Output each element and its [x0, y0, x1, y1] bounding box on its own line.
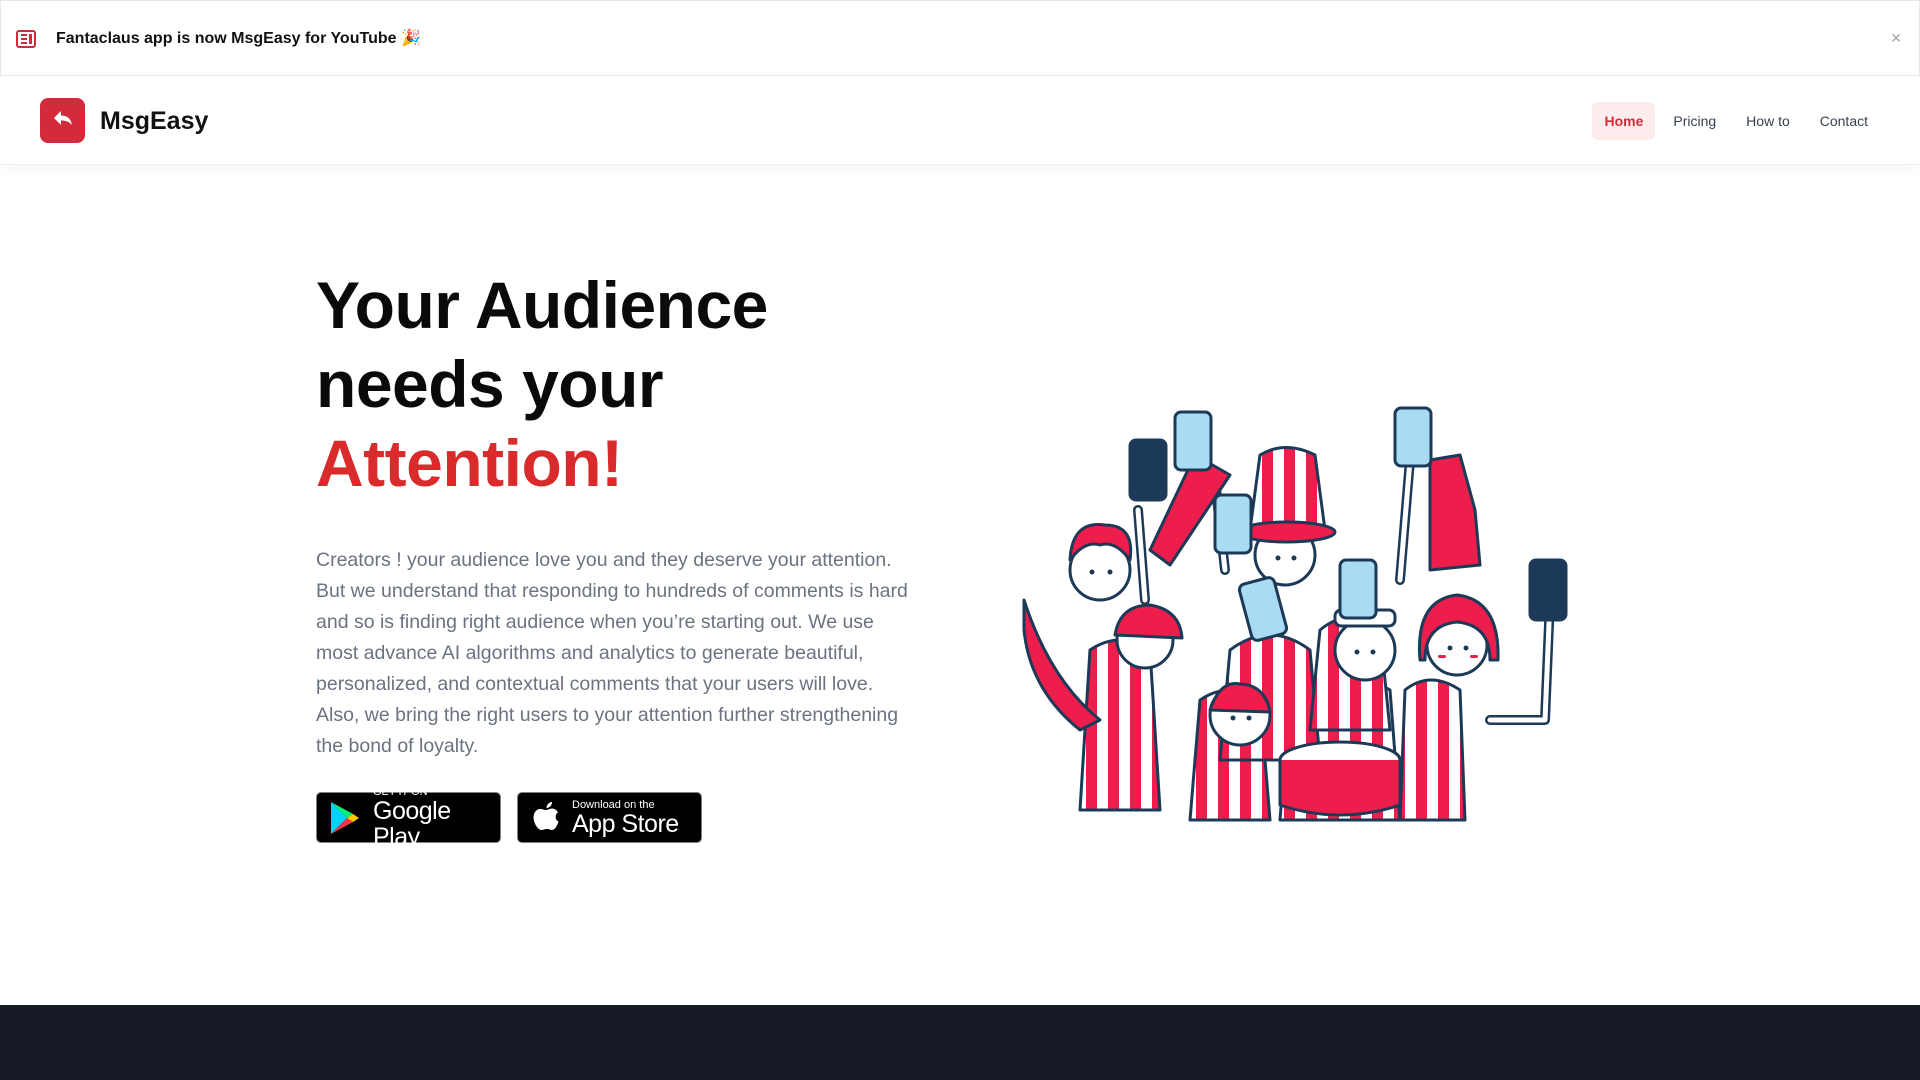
app-store-button[interactable]: Download on the App Store [517, 792, 702, 843]
brand-name[interactable]: MsgEasy [100, 107, 208, 136]
hero-description: Creators ! your audience love you and th… [316, 549, 908, 757]
app-store-big: App Store [572, 809, 679, 838]
announcement-text: Fantaclaus app is now MsgEasy for YouTub… [56, 30, 421, 47]
hero-title-line1: Your Audience [316, 268, 768, 342]
newspaper-icon [15, 28, 37, 50]
hero-title-line2: needs your [316, 347, 664, 421]
reply-arrow-icon [52, 109, 74, 132]
nav-home[interactable]: Home [1592, 102, 1656, 140]
footer-band [0, 1005, 1920, 1080]
nav-pricing[interactable]: Pricing [1661, 102, 1728, 140]
logo[interactable] [40, 98, 85, 143]
google-play-small: GET IT ON [373, 785, 428, 798]
google-play-button[interactable]: GET IT ON Google Play [316, 786, 501, 850]
apple-icon [532, 801, 560, 835]
app-store-text: Download on the App Store [572, 799, 679, 837]
announcement-banner: Fantaclaus app is now MsgEasy for YouTub… [0, 0, 1920, 76]
nav-how-to[interactable]: How to [1734, 102, 1802, 140]
cheering-fans-illustration [1020, 400, 1580, 825]
google-play-big: Google Play [373, 796, 451, 851]
nav-contact[interactable]: Contact [1808, 102, 1880, 140]
main-nav: Home Pricing How to Contact [1592, 102, 1880, 140]
google-play-icon [329, 800, 361, 836]
hero-title: Your Audience needs your Attention! [316, 266, 768, 503]
close-icon[interactable]: × [1887, 28, 1905, 48]
google-play-text: GET IT ON Google Play [373, 786, 500, 850]
site-header: MsgEasy Home Pricing How to Contact [0, 76, 1920, 165]
hero-title-accent: Attention! [316, 426, 623, 500]
app-store-small: Download on the [572, 798, 655, 811]
